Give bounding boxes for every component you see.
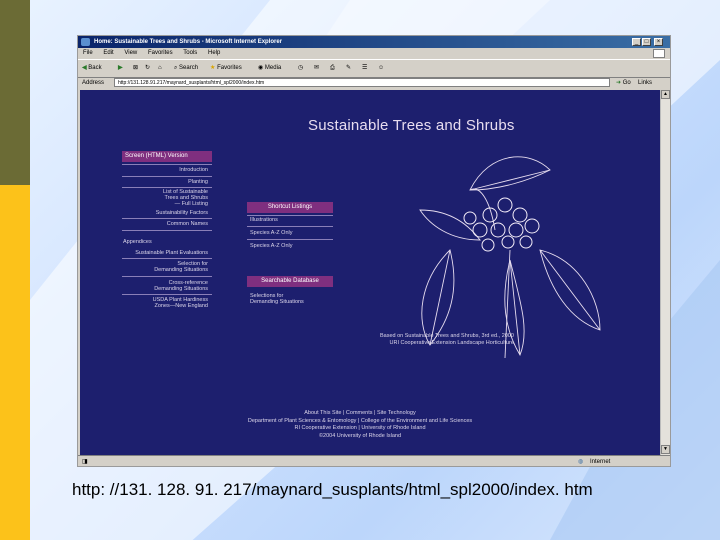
mail-icon[interactable]: ✉	[314, 60, 319, 77]
nav-header-shortcut-listings[interactable]: Shortcut Listings	[247, 202, 333, 213]
menu-file[interactable]: File	[83, 48, 93, 59]
links-button[interactable]: Links	[638, 77, 652, 89]
footer-department[interactable]: Department of Plant Sciences & Entomolog…	[200, 418, 520, 426]
nav-link-plant-evaluations[interactable]: Sustainable Plant Evaluations	[135, 250, 208, 256]
status-bar: ◨ ◍ Internet	[78, 455, 670, 468]
footer-links[interactable]: About This Site | Comments | Site Techno…	[200, 410, 520, 418]
menu-help[interactable]: Help	[208, 48, 220, 59]
nav-link-species-a-z[interactable]: Species A-Z Only	[250, 230, 293, 236]
browser-window: Home: Sustainable Trees and Shrubs - Mic…	[77, 35, 671, 467]
menu-edit[interactable]: Edit	[103, 48, 113, 59]
search-button[interactable]: ⌕ Search	[174, 60, 198, 77]
title-bar: Home: Sustainable Trees and Shrubs - Mic…	[78, 36, 670, 48]
search-icon: ⌕	[174, 65, 178, 71]
media-button[interactable]: ◉ Media	[258, 60, 281, 77]
nav-link-appendices[interactable]: Appendices	[123, 239, 152, 245]
nav-divider	[122, 276, 212, 277]
scroll-down-icon[interactable]: ▼	[661, 445, 670, 454]
rhododendron-illustration	[419, 156, 601, 359]
messenger-icon[interactable]: ☺	[378, 60, 384, 77]
nav-link-illustrations[interactable]: Illustrations	[250, 217, 278, 223]
menu-view[interactable]: View	[124, 48, 137, 59]
footer-copyright: ©2004 University of Rhode Island	[318, 432, 401, 439]
credit-text: Based on Sustainable Trees and Shrubs, 3…	[380, 333, 514, 346]
nav-link-selections-demanding[interactable]: Selections for Demanding Situations	[250, 293, 304, 305]
nav-divider	[122, 294, 212, 295]
stop-icon[interactable]: ⊠	[133, 60, 138, 77]
minimize-icon[interactable]: _	[632, 38, 641, 46]
close-icon[interactable]: ×	[654, 38, 663, 46]
slide-accent-bar-bottom	[0, 185, 30, 540]
forward-arrow-icon[interactable]: ▶	[118, 60, 123, 77]
nav-divider	[122, 230, 212, 231]
nav-link-planting[interactable]: Planting	[188, 179, 208, 185]
nav-link-full-listing[interactable]: List of Sustainable Trees and Shrubs — Ful…	[163, 189, 208, 207]
maximize-icon[interactable]: □	[642, 38, 651, 46]
nav-link-usda-zones[interactable]: USDA Plant Hardiness Zones—New England	[153, 297, 208, 309]
slide-accent-bar-top	[0, 0, 30, 185]
window-title: Home: Sustainable Trees and Shrubs - Mic…	[94, 39, 283, 45]
page-footer: About This Site | Comments | Site Techno…	[200, 410, 520, 440]
slide-caption: http: //131. 128. 91. 217/maynard_suspla…	[72, 480, 593, 499]
nav-divider	[122, 176, 212, 177]
print-icon[interactable]: ⎙	[330, 60, 335, 77]
nav-divider	[247, 215, 333, 216]
page-done-icon: ◨	[82, 459, 88, 465]
nav-divider	[122, 258, 212, 259]
address-label: Address	[82, 80, 105, 86]
nav-link-introduction[interactable]: Introduction	[179, 167, 208, 173]
go-button[interactable]: ➜ Go	[616, 77, 631, 89]
media-icon: ◉	[258, 65, 264, 71]
ie-logo-icon	[81, 38, 90, 46]
nav-link-selection-demanding[interactable]: Selection for Demanding Situations	[154, 261, 208, 273]
edit-icon[interactable]: ✎	[346, 60, 351, 77]
address-bar: Address http://131.128.91.217/maynard_su…	[78, 77, 670, 89]
nav-divider	[122, 218, 212, 219]
windows-flag-icon	[653, 49, 665, 58]
nav-divider	[247, 226, 333, 227]
home-icon[interactable]: ⌂	[158, 60, 162, 77]
nav-divider	[122, 164, 212, 165]
toolbar: ◀ Back ▶ ⊠ ↻ ⌂ ⌕ Search ★ Favorites ◉ Me…	[78, 59, 670, 78]
back-button[interactable]: ◀ Back	[82, 60, 102, 77]
nav-header-html-version[interactable]: Screen (HTML) Version	[122, 151, 212, 162]
nav-link-cross-reference[interactable]: Cross-reference Demanding Situations	[154, 280, 208, 292]
nav-link-common-names[interactable]: Common Names	[167, 221, 208, 227]
nav-link-sustainability-factors[interactable]: Sustainability Factors	[156, 210, 208, 216]
nav-header-searchable-database[interactable]: Searchable Database	[247, 276, 333, 287]
vertical-scrollbar[interactable]: ▲ ▼	[660, 90, 670, 455]
history-icon[interactable]: ◷	[298, 60, 303, 77]
status-zone-label: Internet	[590, 459, 611, 465]
footer-extension[interactable]: RI Cooperative Extension | University of…	[200, 425, 520, 433]
menu-tools[interactable]: Tools	[183, 48, 197, 59]
star-icon: ★	[210, 65, 216, 71]
nav-link-species-a-z-only[interactable]: Species A-Z Only	[250, 243, 293, 249]
refresh-icon[interactable]: ↻	[145, 60, 150, 77]
favorites-button[interactable]: ★ Favorites	[210, 60, 242, 77]
menu-favorites[interactable]: Favorites	[148, 48, 173, 59]
back-arrow-icon: ◀	[82, 65, 87, 71]
scroll-up-icon[interactable]: ▲	[661, 90, 670, 99]
address-input[interactable]: http://131.128.91.217/maynard_susplants/…	[114, 78, 610, 87]
menu-bar: File Edit View Favorites Tools Help	[78, 48, 670, 59]
internet-zone-icon: ◍	[578, 459, 584, 465]
go-arrow-icon: ➜	[616, 80, 622, 86]
nav-divider	[122, 187, 212, 188]
discuss-icon[interactable]: ☰	[362, 60, 367, 77]
nav-divider	[247, 239, 333, 240]
web-page: Sustainable Trees and Shrubs Screen (HTM…	[80, 90, 660, 455]
